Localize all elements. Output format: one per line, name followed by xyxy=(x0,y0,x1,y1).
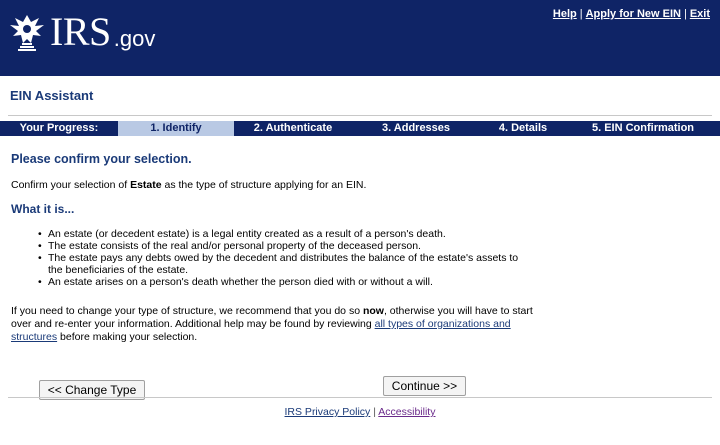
footer: IRS Privacy Policy | Accessibility xyxy=(0,406,720,418)
site-header: IRS .gov Help | Apply for New EIN | Exit xyxy=(0,0,720,76)
emphasis-now: now xyxy=(362,305,384,317)
help-link[interactable]: Help xyxy=(553,8,577,20)
link-separator: | xyxy=(579,8,583,20)
progress-label: Your Progress: xyxy=(19,122,99,134)
progress-step-addresses: 3. Addresses xyxy=(381,122,451,134)
page-heading: Please confirm your selection. xyxy=(11,152,192,166)
what-it-is-heading: What it is... xyxy=(11,202,75,216)
logo-text: IRS xyxy=(50,9,111,54)
footer-divider xyxy=(8,397,712,398)
footer-separator: | xyxy=(373,406,376,418)
privacy-policy-link[interactable]: IRS Privacy Policy xyxy=(285,406,371,418)
header-links: Help | Apply for New EIN | Exit xyxy=(553,8,710,20)
description-list: An estate (or decedent estate) is a lega… xyxy=(38,228,528,288)
divider xyxy=(8,115,712,116)
logo-suffix: .gov xyxy=(113,26,156,51)
apply-new-ein-link[interactable]: Apply for New EIN xyxy=(586,8,681,20)
progress-step-identify: 1. Identify xyxy=(118,121,234,136)
confirm-suffix: as the type of structure applying for an… xyxy=(161,179,367,191)
eagle-icon xyxy=(10,15,44,51)
change-instructions: If you need to change your type of struc… xyxy=(11,305,551,344)
list-item: An estate arises on a person's death whe… xyxy=(38,276,528,288)
link-separator: | xyxy=(683,8,687,20)
exit-link[interactable]: Exit xyxy=(690,8,710,20)
progress-step-details: 4. Details xyxy=(498,122,548,134)
app-title: EIN Assistant xyxy=(10,88,94,103)
continue-button[interactable]: Continue >> xyxy=(383,376,466,396)
list-item: An estate (or decedent estate) is a lega… xyxy=(38,228,528,240)
change-text-part: before making your selection. xyxy=(57,331,198,343)
confirm-prefix: Confirm your selection of xyxy=(11,179,131,191)
progress-step-authenticate: 2. Authenticate xyxy=(253,122,333,134)
change-text-part: If you need to change your type of struc… xyxy=(11,305,363,317)
confirm-text: Confirm your selection of Estate as the … xyxy=(11,179,366,191)
progress-bar: Your Progress: 1. Identify 2. Authentica… xyxy=(0,121,720,136)
progress-step-ein-confirmation: 5. EIN Confirmation xyxy=(591,122,695,134)
accessibility-link[interactable]: Accessibility xyxy=(378,406,435,418)
selected-entity: Estate xyxy=(130,179,162,191)
list-item: The estate pays any debts owed by the de… xyxy=(38,252,528,276)
irs-logo[interactable]: IRS .gov xyxy=(8,12,155,52)
list-item: The estate consists of the real and/or p… xyxy=(38,240,528,252)
